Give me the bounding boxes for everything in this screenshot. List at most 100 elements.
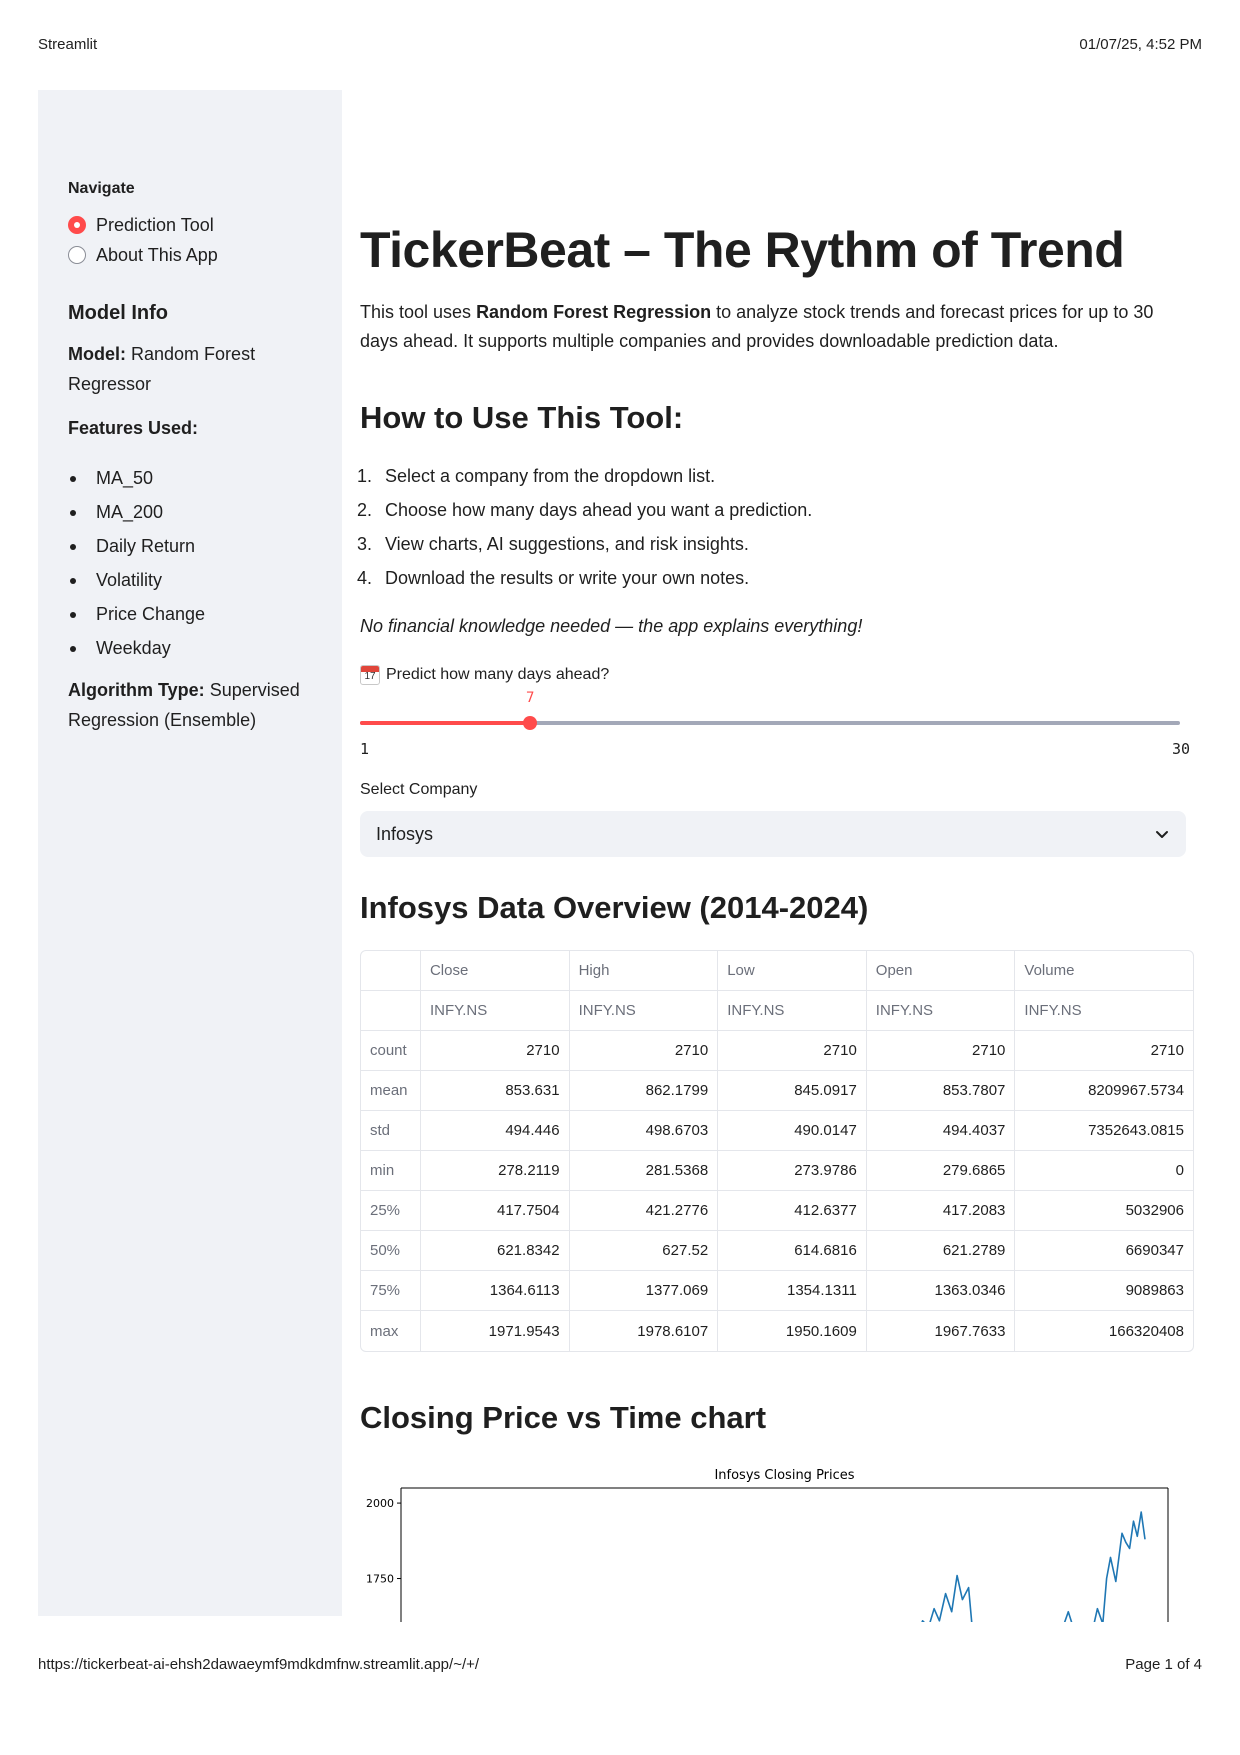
- features-label: Features Used:: [68, 418, 199, 438]
- howto-heading: How to Use This Tool:: [360, 400, 684, 435]
- table-cell: 273.9786: [718, 1151, 867, 1191]
- ticker-header: INFY.NS: [718, 991, 867, 1031]
- navigate-label: Navigate: [68, 180, 135, 197]
- list-item: 2. Choose how many days ahead you want a …: [357, 493, 812, 527]
- nav-radio-label: Prediction Tool: [96, 214, 214, 235]
- table-cell: 627.52: [569, 1231, 719, 1271]
- calendar-icon: 17: [360, 665, 380, 685]
- chevron-down-icon[interactable]: [1154, 826, 1170, 842]
- table-cell: 2710: [1015, 1031, 1193, 1071]
- overview-heading: Infosys Data Overview (2014-2024): [360, 890, 869, 925]
- table-ticker-row: INFY.NS INFY.NS INFY.NS INFY.NS INFY.NS: [361, 991, 1193, 1031]
- table-cell: 494.446: [420, 1111, 570, 1151]
- main-content: TickerBeat – The Rythm of Trend This too…: [360, 220, 1190, 356]
- row-index: 75%: [361, 1271, 421, 1311]
- table-row: std 494.446 498.6703 490.0147 494.4037 735264…: [361, 1111, 1193, 1151]
- step-number: 4.: [357, 568, 373, 588]
- column-header[interactable]: Volume: [1015, 951, 1193, 991]
- table-cell: 1364.6113: [420, 1271, 570, 1311]
- radio-selected-icon[interactable]: [68, 216, 86, 234]
- sidebar: Navigate Prediction Tool About This App …: [38, 90, 342, 1616]
- radio-unselected-icon[interactable]: [68, 246, 86, 264]
- table-cell: 7352643.0815: [1015, 1111, 1193, 1151]
- table-cell: 9089863: [1015, 1271, 1193, 1311]
- closing-price-chart: Infosys Closing Prices150017502000: [360, 1460, 1190, 1622]
- table-cell: 2710: [866, 1031, 1016, 1071]
- slider-thumb[interactable]: [523, 716, 537, 730]
- table-cell: 490.0147: [718, 1111, 867, 1151]
- column-header[interactable]: High: [569, 951, 719, 991]
- table-cell: 498.6703: [569, 1111, 719, 1151]
- select-company-label: Select Company: [360, 781, 478, 798]
- table-cell: 621.8342: [420, 1231, 570, 1271]
- print-header-datetime: 01/07/25, 4:52 PM: [1079, 36, 1202, 53]
- table-cell: 1950.1609: [718, 1311, 867, 1351]
- nav-radio-label: About This App: [96, 244, 218, 265]
- table-cell: 6690347: [1015, 1231, 1193, 1271]
- table-cell: 862.1799: [569, 1071, 719, 1111]
- step-number: 2.: [357, 500, 373, 520]
- step-text: View charts, AI suggestions, and risk in…: [385, 534, 749, 554]
- list-item: Volatility: [68, 563, 328, 597]
- row-index: mean: [361, 1071, 421, 1111]
- model-description: Model: Random Forest Regressor: [68, 339, 328, 399]
- table-cell: 281.5368: [569, 1151, 719, 1191]
- page-title: TickerBeat – The Rythm of Trend: [360, 222, 1125, 278]
- note-text: No financial knowledge needed — the app …: [360, 616, 863, 636]
- list-item: Daily Return: [68, 529, 328, 563]
- slider-label: 17 Predict how many days ahead?: [360, 665, 609, 685]
- print-footer-page: Page 1 of 4: [1125, 1656, 1202, 1673]
- chart-title: Infosys Closing Prices: [714, 1468, 854, 1483]
- nav-radio-prediction-tool[interactable]: Prediction Tool: [68, 210, 328, 240]
- ticker-header: INFY.NS: [420, 991, 570, 1031]
- chart-svg: Infosys Closing Prices150017502000: [366, 1468, 1169, 1622]
- column-header[interactable]: Low: [718, 951, 867, 991]
- table-cell: 621.2789: [866, 1231, 1016, 1271]
- table-row: min 278.2119 281.5368 273.9786 279.6865 0: [361, 1151, 1193, 1191]
- model-info-heading: Model Info: [68, 302, 168, 324]
- print-header-title: Streamlit: [38, 36, 98, 53]
- intro-bold: Random Forest Regression: [476, 302, 712, 322]
- table-cell: 1971.9543: [421, 1311, 570, 1351]
- table-cell: 2710: [569, 1031, 719, 1071]
- column-header[interactable]: Close: [420, 951, 570, 991]
- row-index: 50%: [361, 1231, 421, 1271]
- table-corner: [361, 951, 421, 991]
- slider-min-label: 1: [360, 740, 370, 758]
- table-cell: 417.7504: [420, 1191, 570, 1231]
- algorithm-description: Algorithm Type: Supervised Regression (E…: [68, 675, 328, 735]
- print-footer-url: https://tickerbeat-ai-ehsh2dawaeymf9mdkd…: [38, 1656, 480, 1673]
- step-text: Select a company from the dropdown list.: [385, 466, 716, 486]
- slider-value: 7: [526, 690, 535, 706]
- table-cell: 494.4037: [866, 1111, 1016, 1151]
- step-text: Choose how many days ahead you want a pr…: [385, 500, 813, 520]
- table-cell: 845.0917: [718, 1071, 867, 1111]
- company-select[interactable]: Infosys: [360, 811, 1186, 857]
- chart-heading: Closing Price vs Time chart: [360, 1400, 767, 1435]
- table-cell: 2710: [420, 1031, 570, 1071]
- intro-text: This tool uses Random Forest Regression …: [360, 298, 1180, 356]
- table-cell: 166320408: [1108, 1322, 1184, 1340]
- table-cell: 1377.069: [569, 1271, 719, 1311]
- table-cell: 1363.0346: [866, 1271, 1016, 1311]
- y-tick-label: 1750: [366, 1573, 394, 1586]
- table-header-row: Close High Low Open Volume: [361, 951, 1193, 991]
- table-cell: 1967.7633: [867, 1311, 1016, 1351]
- table-cell: 278.2119: [420, 1151, 570, 1191]
- table-cell: 5032906: [1015, 1191, 1193, 1231]
- step-number: 1.: [357, 466, 373, 486]
- row-index: std: [361, 1111, 421, 1151]
- list-item: 1. Select a company from the dropdown lis…: [357, 459, 812, 493]
- list-item: 3. View charts, AI suggestions, and risk …: [357, 527, 812, 561]
- nav-radio-about[interactable]: About This App: [68, 240, 328, 270]
- table-cell: 421.2776: [569, 1191, 719, 1231]
- column-header[interactable]: Open: [866, 951, 1016, 991]
- table-cell: 614.6816: [718, 1231, 867, 1271]
- slider-max-label: 30: [1171, 740, 1190, 758]
- slider-label-text: Predict how many days ahead?: [386, 666, 610, 683]
- row-index: count: [361, 1031, 421, 1071]
- days-ahead-slider[interactable]: 7 1 30: [360, 690, 1190, 760]
- step-number: 3.: [357, 534, 373, 554]
- list-item: MA_200: [68, 495, 328, 529]
- table-row: 50% 621.8342 627.52 614.6816 621.2789 6690347: [361, 1231, 1193, 1271]
